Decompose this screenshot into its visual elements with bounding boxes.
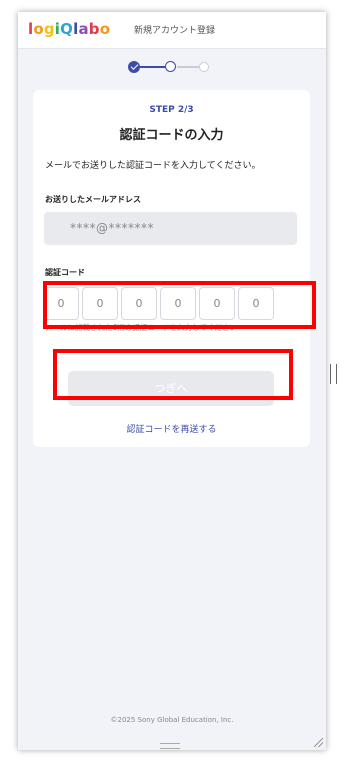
- resize-grip-icon[interactable]: [314, 738, 323, 747]
- step-3-pending-icon: [199, 62, 209, 72]
- stepper-line: [140, 66, 165, 68]
- logo-letter: o: [33, 20, 44, 38]
- code-label: 認証コード: [45, 268, 85, 277]
- resend-code-link[interactable]: 認証コードを再送する: [33, 422, 310, 435]
- bottom-handle-icon[interactable]: [160, 743, 180, 749]
- page-header-title: 新規アカウント登録: [134, 26, 216, 36]
- step-label: STEP 2/3: [149, 105, 194, 115]
- progress-stepper: [128, 61, 218, 73]
- side-resize-handle-icon[interactable]: [330, 364, 337, 384]
- logo: logiQlabo: [28, 20, 110, 38]
- step-2-current-icon: [165, 61, 176, 72]
- logo-letter: b: [88, 20, 100, 38]
- logo-letter: o: [99, 20, 111, 38]
- next-button-highlight: [53, 349, 293, 400]
- email-value: ****@*******: [70, 221, 154, 235]
- email-display-field: ****@*******: [44, 212, 297, 245]
- logo-letter: g: [43, 20, 55, 38]
- header: logiQlabo 新規アカウント登録: [18, 12, 326, 49]
- page-title: 認証コードの入力: [119, 128, 224, 143]
- logo-letter: a: [78, 20, 89, 38]
- logo-letter: Q: [60, 20, 74, 38]
- email-label: お送りしたメールアドレス: [45, 195, 141, 204]
- instruction-text: メールでお送りした認証コードを入力してください。: [45, 161, 261, 171]
- code-input-highlight: [43, 281, 316, 329]
- copyright-footer: ©2025 Sony Global Education, Inc.: [110, 716, 234, 724]
- step-1-complete-icon: [128, 61, 140, 73]
- stepper-line: [177, 66, 199, 68]
